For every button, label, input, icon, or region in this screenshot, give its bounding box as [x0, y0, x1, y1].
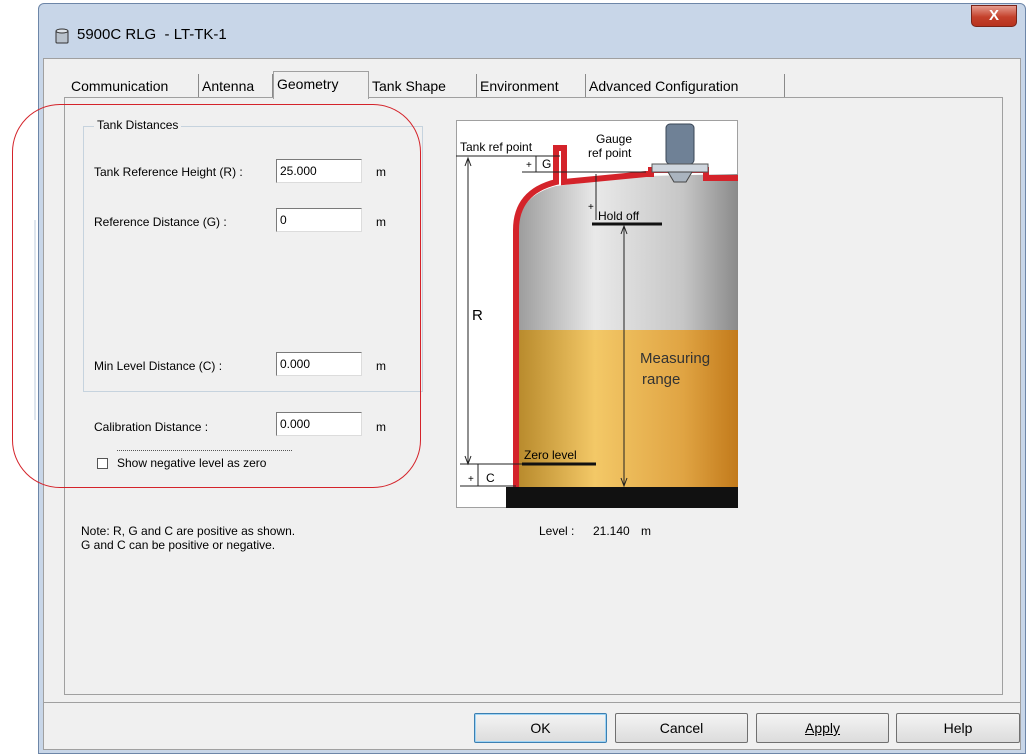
- tank-app-icon: [55, 28, 69, 44]
- tank-ref-point-label: Tank ref point: [460, 140, 533, 154]
- tank-gas-space: [518, 174, 738, 330]
- tab-antenna[interactable]: Antenna: [199, 74, 273, 98]
- level-unit: m: [641, 524, 651, 538]
- highlight-oval: [12, 104, 421, 488]
- tab-communication[interactable]: Communication: [68, 74, 199, 98]
- button-separator: [44, 702, 1020, 703]
- note-line-1: Note: R, G and C are positive as shown.: [81, 524, 296, 538]
- tab-environment[interactable]: Environment: [477, 74, 586, 98]
- help-button[interactable]: Help: [896, 713, 1020, 743]
- title-bar[interactable]: 5900C RLG - LT-TK-1 X: [39, 4, 1025, 58]
- gauge-flange: [651, 163, 709, 173]
- ok-button[interactable]: OK: [474, 713, 607, 743]
- tank-bottom: [506, 487, 738, 508]
- tab-advanced-configuration[interactable]: Advanced Configuration: [586, 74, 785, 98]
- hold-off-plus: +: [588, 202, 594, 213]
- tab-geometry[interactable]: Geometry: [273, 71, 369, 99]
- c-plus: +: [468, 474, 474, 485]
- tab-tank-shape[interactable]: Tank Shape: [369, 74, 477, 98]
- apply-button[interactable]: Apply: [756, 713, 889, 743]
- window-title: 5900C RLG - LT-TK-1: [77, 26, 227, 43]
- g-mark-label: G: [542, 157, 551, 171]
- cancel-button[interactable]: Cancel: [615, 713, 748, 743]
- zero-level-label: Zero level: [524, 448, 577, 462]
- measuring-range-label-2: range: [642, 371, 680, 388]
- gauge-body: [665, 123, 695, 165]
- measuring-range-label-1: Measuring: [640, 350, 710, 367]
- r-mark-label: R: [472, 307, 483, 324]
- note-line-2: G and C can be positive or negative.: [81, 538, 276, 552]
- tank-geometry-diagram: Tank ref point Gauge ref point + G + Hol…: [456, 120, 738, 508]
- apply-label: Apply: [804, 720, 841, 736]
- level-label: Level :: [539, 524, 575, 538]
- hold-off-label: Hold off: [598, 209, 640, 223]
- c-mark-label: C: [486, 471, 495, 485]
- gauge-ref-label-1: Gauge: [596, 132, 632, 146]
- g-plus: +: [526, 160, 532, 171]
- gauge-ref-label-2: ref point: [588, 146, 632, 160]
- level-value: 21.140: [593, 524, 630, 538]
- close-button[interactable]: X: [971, 5, 1017, 27]
